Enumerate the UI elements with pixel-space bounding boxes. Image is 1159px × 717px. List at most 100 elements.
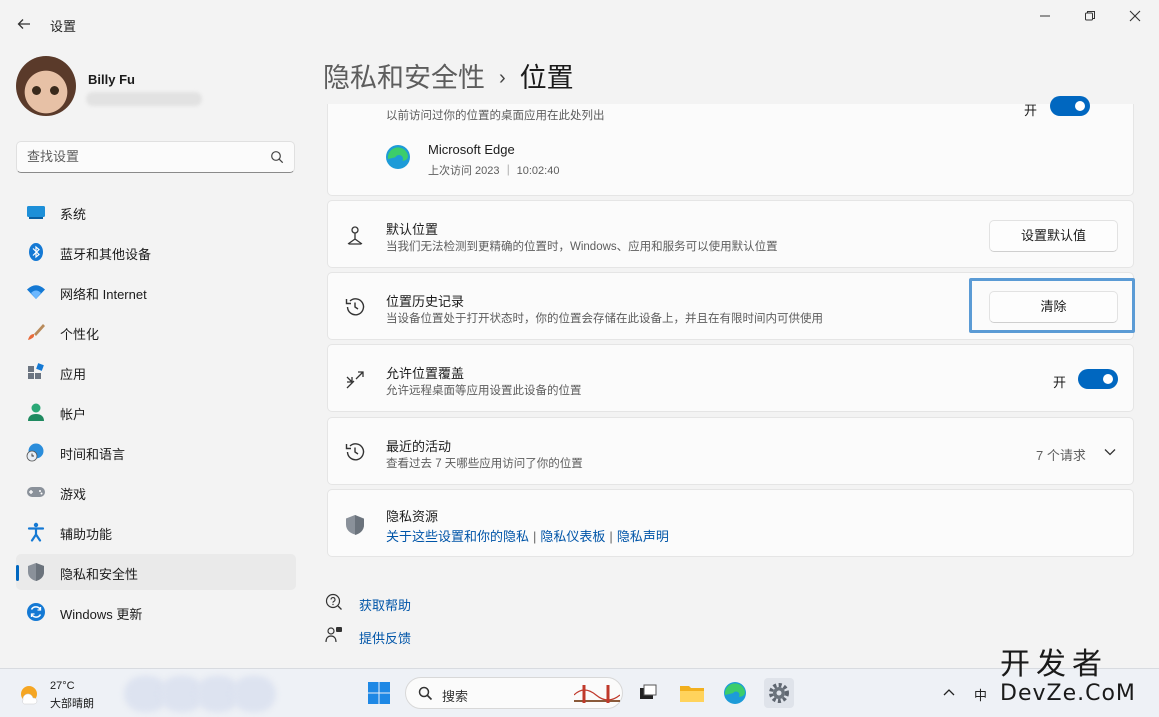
weather-desc: 大部晴朗: [50, 698, 94, 710]
privacy-link-statement[interactable]: 隐私声明: [617, 529, 669, 544]
maximize-button[interactable]: [1075, 6, 1105, 28]
minimize-icon: [1040, 15, 1050, 17]
sidebar-item-time-language[interactable]: 时间和语言: [16, 434, 296, 470]
override-toggle-label: 开: [1053, 375, 1067, 390]
taskbar-settings[interactable]: [764, 678, 794, 708]
ime-indicator[interactable]: 中: [974, 685, 987, 704]
sidebar-item-gaming[interactable]: 游戏: [16, 474, 296, 510]
edge-icon: [724, 682, 746, 704]
get-help-label: 获取帮助: [359, 598, 412, 613]
update-icon: [27, 603, 45, 621]
back-arrow-icon: [17, 19, 30, 29]
privacy-link-dashboard[interactable]: 隐私仪表板: [540, 529, 605, 544]
sidebar-item-label: 系统: [60, 207, 87, 222]
taskbar-edge[interactable]: [720, 678, 750, 708]
sidebar-item-label: 个性化: [60, 327, 100, 342]
location-history-title: 位置历史记录: [386, 294, 465, 309]
system-icon: [27, 206, 45, 219]
breadcrumb: 隐私和安全性 › 位置: [323, 56, 574, 95]
taskbar-search[interactable]: 搜索: [405, 677, 623, 709]
close-icon: [1129, 10, 1141, 22]
settings-window: 设置 Billy Fu 系统 蓝牙和其他设备: [0, 0, 1159, 668]
recent-activity-card[interactable]: 最近的活动 查看过去 7 天哪些应用访问了你的位置 7 个请求: [327, 417, 1134, 485]
default-location-card: 默认位置 当我们无法检测到更精确的位置时，Windows、应用和服务可以使用默认…: [327, 200, 1134, 268]
watermark-cn: 开发者: [1000, 647, 1108, 682]
location-override-title: 允许位置覆盖: [386, 366, 465, 381]
bridge-image-icon: [574, 685, 620, 703]
page-title: 位置: [519, 63, 574, 93]
app-title: 设置: [50, 19, 77, 34]
sidebar-nav: 系统 蓝牙和其他设备 网络和 Internet 个性化 应用 帐户 时间和语言: [16, 194, 296, 634]
sidebar-item-label: 网络和 Internet: [60, 287, 147, 302]
account-icon: [28, 403, 44, 421]
sidebar-item-label: 应用: [60, 367, 87, 382]
sidebar-item-bluetooth[interactable]: 蓝牙和其他设备: [16, 234, 296, 270]
weather-temp: 27°C: [50, 680, 75, 692]
privacy-link-about[interactable]: 关于这些设置和你的隐私: [386, 529, 529, 544]
taskbar: 27°C 大部晴朗 搜索 中: [0, 668, 1159, 717]
person-pin-icon: [347, 226, 363, 245]
sidebar-item-accessibility[interactable]: 辅助功能: [16, 514, 296, 550]
brush-icon: [28, 324, 45, 340]
recent-app-last-access: 上次访问 2023 ｜ 10:02:40: [428, 165, 560, 177]
focus-highlight: [969, 278, 1135, 333]
shield-icon: [346, 515, 364, 535]
user-email-redacted: [86, 92, 202, 106]
feedback-icon: [325, 627, 342, 643]
apps-icon: [28, 363, 44, 379]
link-separator: |: [609, 529, 613, 544]
search-box[interactable]: [16, 141, 295, 173]
folder-icon: [680, 686, 704, 702]
search-icon[interactable]: [270, 150, 284, 164]
recent-apps-desc: 以前访问过你的位置的桌面应用在此处列出: [386, 110, 605, 122]
recent-apps-toggle-label: 开: [1024, 103, 1038, 118]
sidebar-item-accounts[interactable]: 帐户: [16, 394, 296, 430]
sidebar-item-personalization[interactable]: 个性化: [16, 314, 296, 350]
help-icon: [325, 593, 342, 610]
back-button[interactable]: [12, 12, 36, 36]
recent-apps-toggle[interactable]: [1050, 96, 1090, 116]
restore-icon: [1085, 11, 1095, 21]
taskbar-task-view[interactable]: [633, 678, 663, 708]
feedback-label: 提供反馈: [359, 631, 412, 646]
weather-sun-icon: [21, 686, 38, 705]
sidebar-item-system[interactable]: 系统: [16, 194, 296, 230]
taskbar-file-explorer[interactable]: [677, 678, 707, 708]
sidebar-item-windows-update[interactable]: Windows 更新: [16, 594, 296, 630]
chevron-down-icon[interactable]: [1104, 448, 1116, 456]
wifi-icon: [27, 285, 45, 299]
bluetooth-icon: [29, 243, 43, 261]
search-icon: [418, 686, 433, 701]
taskbar-search-label: 搜索: [442, 689, 469, 704]
start-button-windows-icon[interactable]: [367, 681, 391, 705]
recent-activity-desc: 查看过去 7 天哪些应用访问了你的位置: [386, 458, 583, 470]
privacy-resources-card: 隐私资源 关于这些设置和你的隐私 | 隐私仪表板 | 隐私声明: [327, 489, 1134, 557]
blurred-icon: [232, 676, 276, 712]
user-name: Billy Fu: [88, 72, 135, 87]
privacy-resources-title: 隐私资源: [386, 509, 439, 524]
sidebar-item-label: 辅助功能: [60, 527, 113, 542]
default-location-title: 默认位置: [386, 222, 439, 237]
override-toggle[interactable]: [1078, 369, 1118, 389]
edge-icon: [386, 145, 410, 169]
location-override-desc: 允许远程桌面等应用设置此设备的位置: [386, 385, 582, 397]
sidebar-item-network[interactable]: 网络和 Internet: [16, 274, 296, 310]
location-override-icon: [346, 371, 364, 389]
sidebar-item-label: 蓝牙和其他设备: [60, 247, 152, 262]
close-button[interactable]: [1120, 6, 1150, 28]
search-input[interactable]: [27, 149, 257, 164]
breadcrumb-separator: ›: [499, 67, 506, 89]
sidebar-item-apps[interactable]: 应用: [16, 354, 296, 390]
tray-chevron-up-icon[interactable]: [943, 688, 955, 696]
location-override-card: 允许位置覆盖 允许远程桌面等应用设置此设备的位置 开: [327, 344, 1134, 412]
set-default-button[interactable]: 设置默认值: [989, 220, 1118, 252]
link-separator: |: [533, 529, 537, 544]
task-view-icon: [640, 684, 657, 699]
sidebar-item-privacy-security[interactable]: 隐私和安全性: [16, 554, 296, 590]
breadcrumb-parent[interactable]: 隐私和安全性: [323, 63, 485, 93]
history-icon: [345, 298, 365, 316]
recent-activity-count: 7 个请求: [1036, 448, 1086, 463]
minimize-button[interactable]: [1030, 6, 1060, 28]
sidebar-item-label: 帐户: [60, 407, 87, 422]
history-icon: [345, 443, 365, 461]
